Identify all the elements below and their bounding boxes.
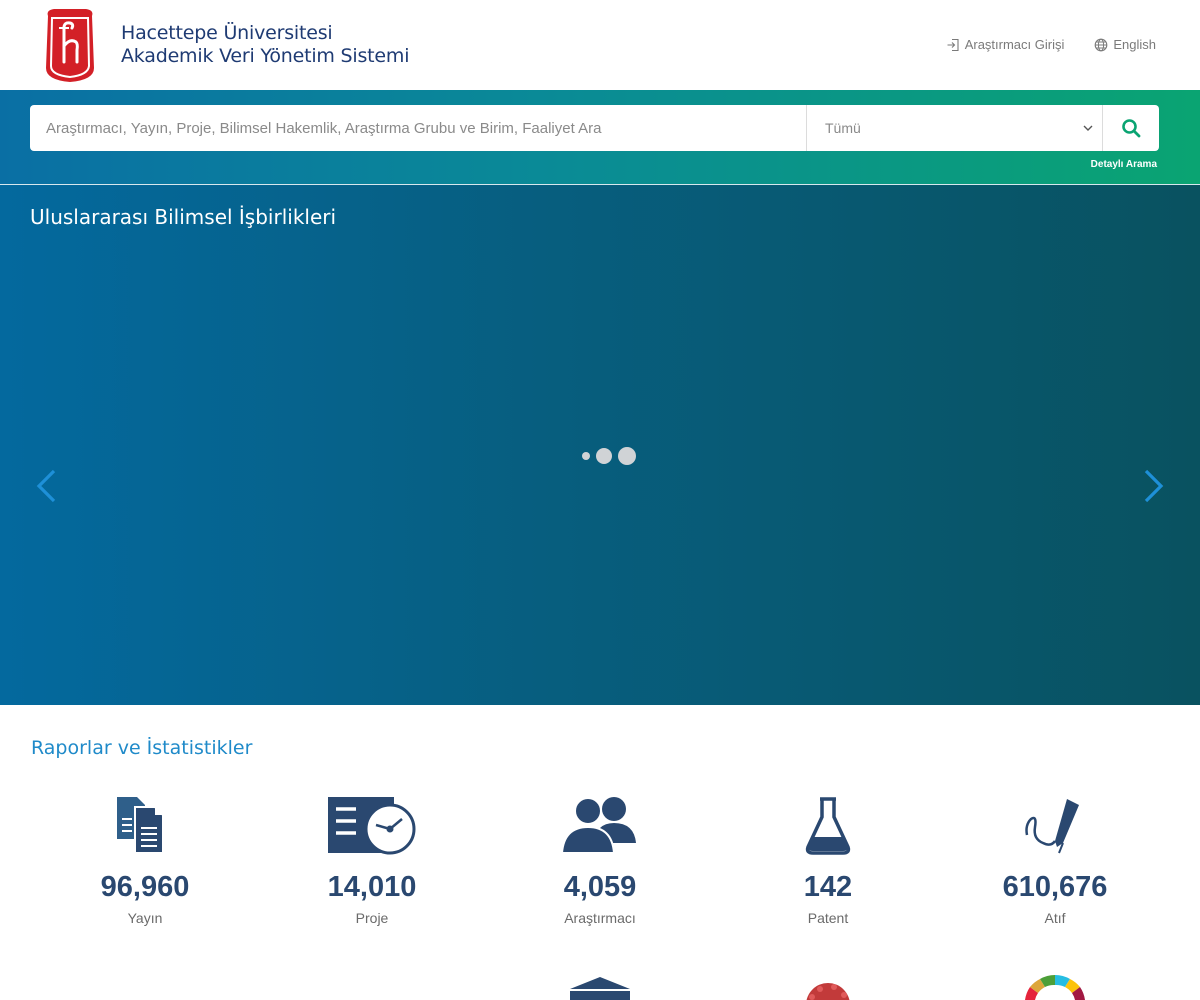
flask-icon bbox=[805, 797, 851, 855]
stat-value: 14,010 bbox=[327, 871, 417, 903]
search-category-value: Tümü bbox=[825, 120, 861, 136]
globe-icon bbox=[1095, 38, 1108, 51]
hero-carousel: Uluslararası Bilimsel İşbirlikleri bbox=[0, 185, 1200, 705]
search-button[interactable] bbox=[1102, 105, 1159, 151]
stat-label: Araştırmacı bbox=[564, 910, 636, 926]
language-label: English bbox=[1113, 37, 1156, 52]
stats-section-title: Raporlar ve İstatistikler bbox=[31, 737, 253, 759]
language-switch[interactable]: English bbox=[1094, 37, 1156, 52]
stat-value: 4,059 bbox=[563, 871, 637, 903]
people-icon bbox=[560, 797, 636, 854]
carousel-next-arrow-icon[interactable] bbox=[1142, 468, 1166, 504]
researcher-login-label: Araştırmacı Girişi bbox=[964, 37, 1065, 52]
top-links: Araştırmacı Girişi English bbox=[946, 37, 1156, 52]
chevron-down-icon bbox=[1083, 125, 1093, 131]
site-title-line1: Hacettepe Üniversitesi bbox=[121, 22, 333, 44]
carousel-dots bbox=[582, 447, 636, 465]
stat-value: 96,960 bbox=[100, 871, 190, 903]
stat-citations[interactable]: 610,676 Atıf bbox=[941, 795, 1169, 926]
hacettepe-logo-icon bbox=[46, 9, 94, 82]
site-title[interactable]: Hacettepe Üniversitesi Akademik Veri Yön… bbox=[121, 22, 410, 68]
stat-value: 142 bbox=[803, 871, 853, 903]
hero-title: Uluslararası Bilimsel İşbirlikleri bbox=[30, 205, 337, 229]
search-box: Tümü bbox=[30, 105, 1159, 151]
search-band: Tümü Detaylı Arama bbox=[0, 90, 1200, 184]
documents-icon bbox=[117, 797, 164, 854]
carousel-prev-arrow-icon[interactable] bbox=[34, 468, 58, 504]
login-icon bbox=[947, 38, 959, 51]
sdg-wheel-icon bbox=[1025, 975, 1085, 1000]
pen-signature-icon bbox=[1025, 799, 1079, 854]
university-logo[interactable] bbox=[42, 6, 98, 84]
search-icon bbox=[1122, 119, 1141, 138]
search-category-select[interactable]: Tümü bbox=[806, 105, 1102, 151]
stat-value: 610,676 bbox=[1002, 871, 1108, 903]
carousel-dot-1[interactable] bbox=[582, 452, 590, 460]
carousel-dot-2[interactable] bbox=[596, 448, 612, 464]
stat-label: Patent bbox=[807, 910, 849, 926]
header: Hacettepe Üniversitesi Akademik Veri Yön… bbox=[0, 0, 1200, 90]
stat-projects[interactable]: 14,010 Proje bbox=[258, 795, 486, 926]
search-input[interactable] bbox=[30, 105, 806, 151]
stat-patents[interactable]: 142 Patent bbox=[714, 795, 942, 926]
carousel-dot-3[interactable] bbox=[618, 447, 636, 465]
detailed-search-link[interactable]: Detaylı Arama bbox=[1091, 159, 1157, 170]
stat-label: Proje bbox=[355, 910, 389, 926]
stat-researchers[interactable]: 4,059 Araştırmacı bbox=[486, 795, 714, 926]
researcher-login-link[interactable]: Araştırmacı Girişi bbox=[946, 37, 1065, 52]
site-title-line2: Akademik Veri Yönetim Sistemi bbox=[121, 45, 410, 67]
stat-publications[interactable]: 96,960 Yayın bbox=[31, 795, 259, 926]
institution-icon bbox=[570, 977, 630, 1000]
stat-label: Atıf bbox=[1044, 910, 1066, 926]
project-clock-icon bbox=[328, 797, 416, 855]
stat-label: Yayın bbox=[127, 910, 163, 926]
virus-icon bbox=[806, 983, 850, 1000]
